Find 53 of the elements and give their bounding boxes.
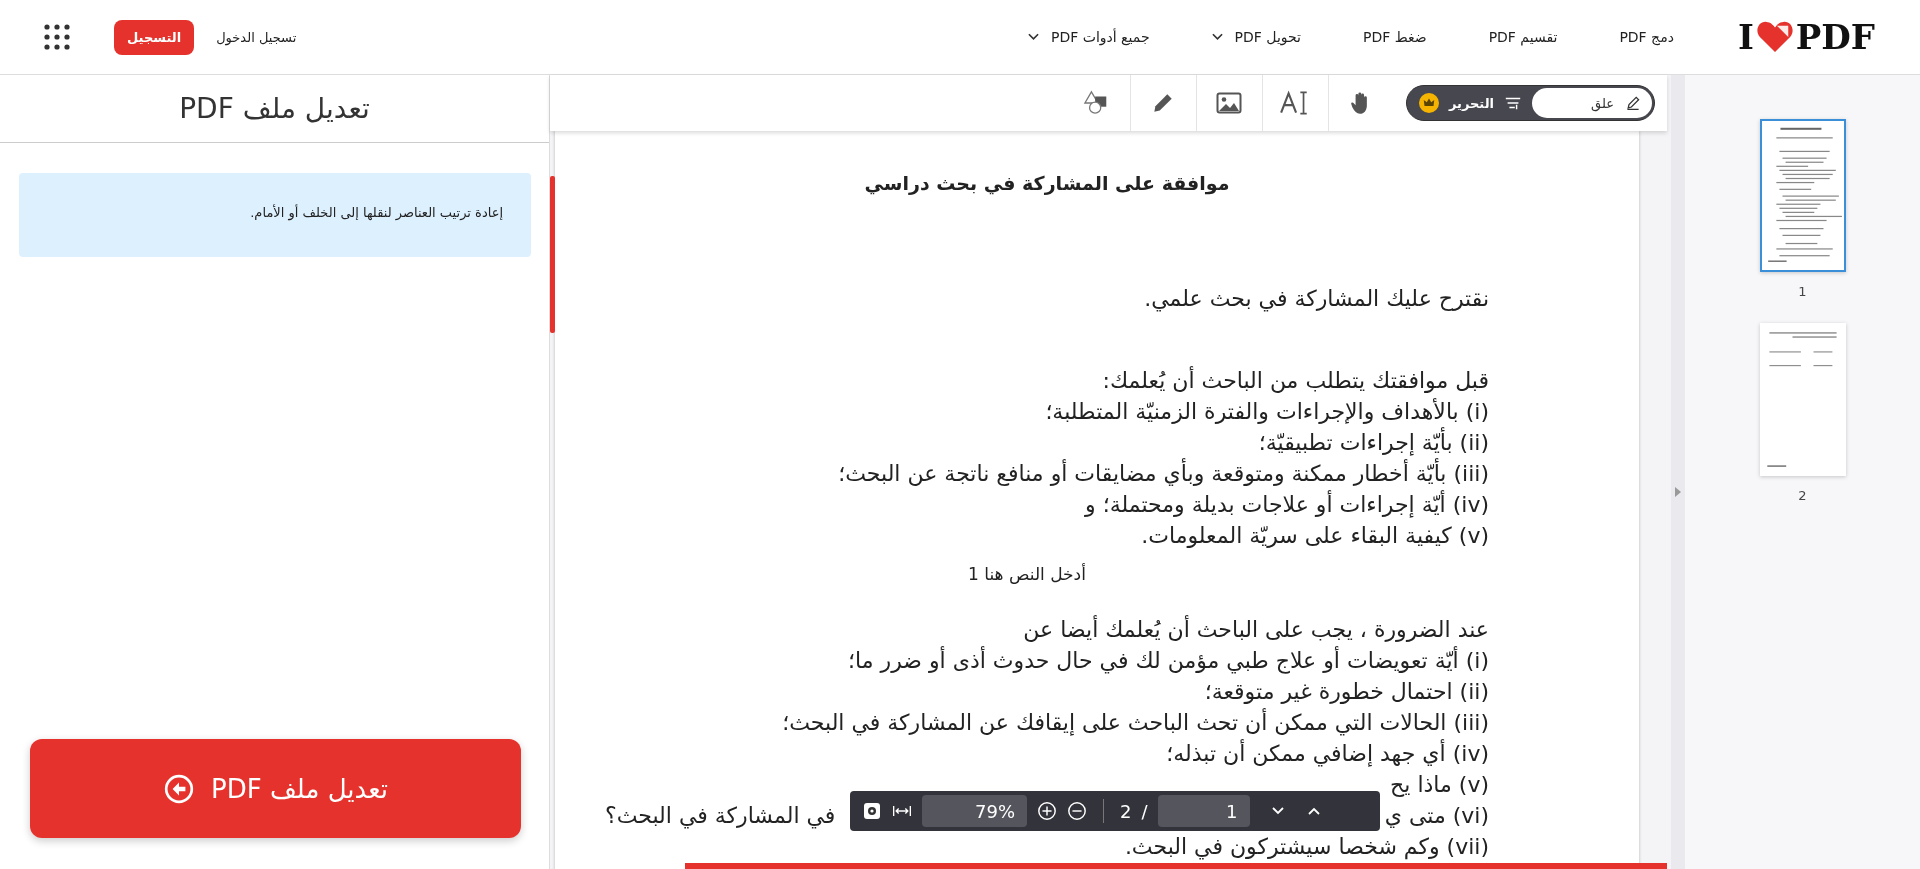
filter-icon [1504,95,1522,111]
document-text: (vi) متى ي [1384,802,1489,830]
document-text: (iv) أي جهد إضافي ممكن أن تبذله؛ [1165,738,1489,769]
document-text: (iii) بأيّة أخطار ممكنة ومتوقعة وبأي مضايقات أو منافع ناتجة عن البحث؛ [605,458,1489,489]
text-box-field[interactable]: أدخل النص هنا 1 [968,559,1086,589]
document-text: (v) كيفية البقاء على سريّة المعلومات. [1140,522,1489,550]
scrollbar-thumb[interactable] [685,863,1667,869]
document-text: قبل موافقتك يتطلب من الباحث أن يُعلمك: [1101,365,1489,395]
document-text: (vii) وكم شخصا سيشتركون في البحث. [1123,833,1489,862]
document-text: (ii) بأيّة إجراءات تطبيقيّة؛ [605,427,1489,458]
nav-link[interactable]: تحويل PDF [1211,29,1301,45]
edit-mode-tab[interactable]: التحرير [1408,88,1532,118]
document-text: (iii) الحالات التي ممكن أن تحث الباحث على إيقافك عن المشاركة في البحث؛ [781,707,1489,738]
caret-icon [1211,33,1223,41]
login-link[interactable]: تسجيل الدخول [216,29,297,45]
page-thumbnail[interactable] [1759,323,1846,476]
settings-icon[interactable] [862,801,882,821]
page-field[interactable]: 1 [1157,795,1250,827]
logo[interactable]: I PDF [1737,17,1875,57]
nav-link[interactable]: ضغط PDF [1362,29,1427,45]
document-text: (iv) أيّة إجراءات أو علاجات بديلة ومحتملة؛ و [1083,489,1489,520]
edit-pdf-button[interactable]: تعديل ملف PDF [30,739,521,838]
document-title: موافقة على المشاركة في بحث دراسي [863,171,1231,197]
page-thumbnail[interactable] [1759,119,1846,272]
annotate-mode-tab[interactable]: علق [1532,88,1652,118]
crown-icon [1418,93,1439,113]
info-box: إعادة ترتيب العناصر لنقلها إلى الخلف أو الأمام. [19,173,531,257]
arrow-circle-icon [163,772,195,805]
pencil-icon [1624,95,1642,111]
zoom-in-icon[interactable] [1037,801,1057,821]
page-count: 2 [1120,800,1132,822]
image-icon [1216,90,1243,116]
nav-link[interactable]: دمج PDF [1619,29,1674,45]
document-text: في المشاركة في البحث؟ [605,802,836,831]
document-text: (i) بالأهداف والإجراءات والفترة الزمنيّة المتطلبة؛ [1044,397,1489,426]
scrollbar-thumb[interactable] [550,176,555,333]
page-number: 2 [1798,488,1807,503]
panel-title: تعديل ملف PDF [179,92,370,125]
page-separator: / [1141,800,1148,822]
document-text: (i) أيّة تعويضات أو علاج طبي مؤمن لك في حال حدوث أذى أو ضرر ما؛ [847,645,1489,676]
document-text: نقترح عليك المشاركة في بحث علمي. [1143,285,1489,314]
next-page-icon[interactable] [1269,806,1286,816]
apps-menu-icon[interactable] [42,22,72,52]
page-number: 1 [1798,284,1807,299]
nav-link[interactable]: تقسيم PDF [1488,29,1558,45]
document-text: (ii) احتمال خطورة غير متوقعة؛ [1203,678,1489,706]
nav-link[interactable]: جميع أدوات PDF [1028,29,1150,45]
zoom-out-icon[interactable] [1067,801,1087,821]
document-text: (v) ماذا يح [1390,771,1489,799]
signup-button[interactable]: التسجيل [114,19,195,55]
caret-icon [1028,33,1039,41]
document-text: عند الضرورة ، يجب على الباحث أن يُعلمك أيضا عن [1022,614,1489,644]
zoom-field[interactable]: 79% [922,795,1027,827]
